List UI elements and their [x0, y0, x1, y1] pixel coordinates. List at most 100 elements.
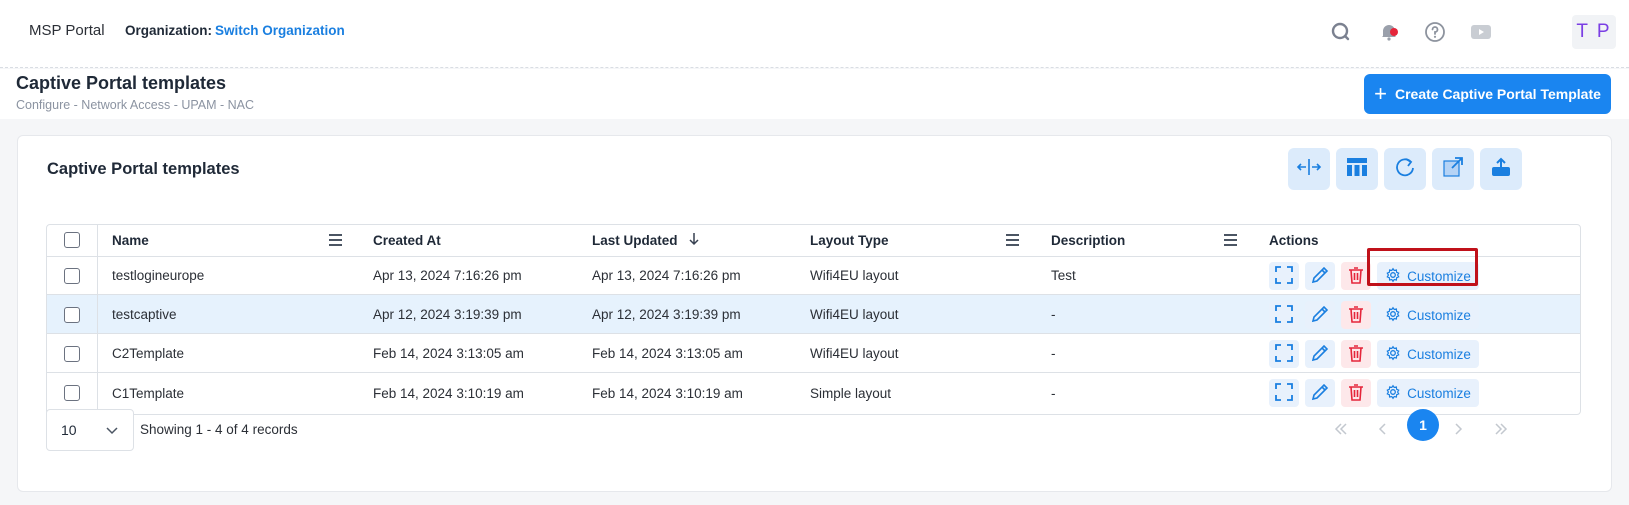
row-checkbox[interactable]	[64, 268, 80, 284]
page-size-select[interactable]: 10	[46, 409, 134, 451]
row-checkbox[interactable]	[64, 346, 80, 362]
create-template-label: Create Captive Portal Template	[1394, 86, 1601, 102]
customize-label: Customize	[1407, 268, 1471, 284]
chevron-down-icon	[105, 423, 119, 440]
edit-button[interactable]	[1305, 379, 1335, 407]
cell-layout-type: Wifi4EU layout	[810, 306, 899, 322]
help-icon[interactable]	[1423, 20, 1447, 44]
gear-icon	[1385, 306, 1401, 325]
customize-label: Customize	[1407, 385, 1471, 401]
video-icon[interactable]	[1469, 20, 1493, 44]
column-header-last-updated[interactable]: Last Updated	[592, 225, 700, 256]
expand-icon	[1275, 382, 1293, 404]
column-resize-button[interactable]	[1288, 148, 1330, 190]
table-row[interactable]: testlogineurope Apr 13, 2024 7:16:26 pm …	[47, 256, 1580, 295]
records-count: Showing 1 - 4 of 4 records	[140, 422, 298, 437]
first-page-button[interactable]	[1326, 416, 1356, 446]
last-page-button[interactable]	[1486, 416, 1516, 446]
column-menu-icon[interactable]	[329, 234, 342, 246]
search-icon[interactable]	[1329, 20, 1353, 44]
expand-icon	[1275, 304, 1293, 326]
page-header: Captive Portal templates Configure - Net…	[0, 69, 1629, 119]
expand-button[interactable]	[1269, 262, 1299, 290]
edit-button[interactable]	[1305, 301, 1335, 329]
column-resize-icon	[1296, 157, 1322, 182]
previous-page-button[interactable]	[1368, 416, 1398, 446]
brand-name[interactable]: MSP Portal	[29, 22, 105, 39]
customize-button[interactable]: Customize	[1377, 379, 1479, 407]
cell-created-at: Feb 14, 2024 3:13:05 am	[373, 345, 524, 361]
table-row[interactable]: C1Template Feb 14, 2024 3:10:19 am Feb 1…	[47, 373, 1580, 413]
cell-name: testlogineurope	[112, 267, 205, 283]
delete-button[interactable]	[1341, 379, 1371, 407]
pencil-icon	[1311, 266, 1329, 287]
chevron-left-icon	[1375, 421, 1391, 442]
trash-icon	[1347, 266, 1365, 287]
column-header-actions: Actions	[1269, 233, 1319, 248]
top-bar: MSP Portal Organization: Switch Organiza…	[0, 0, 1629, 68]
switch-organization-link[interactable]: Switch Organization	[215, 23, 345, 38]
trash-icon	[1347, 344, 1365, 365]
delete-button[interactable]	[1341, 340, 1371, 368]
refresh-icon	[1394, 156, 1416, 183]
column-divider	[97, 334, 98, 372]
export-button[interactable]	[1480, 148, 1522, 190]
cell-name: C1Template	[112, 385, 185, 401]
column-layout-button[interactable]	[1336, 148, 1378, 190]
cell-last-updated: Feb 14, 2024 3:13:05 am	[592, 345, 743, 361]
cell-last-updated: Feb 14, 2024 3:10:19 am	[592, 385, 743, 401]
column-divider	[97, 373, 98, 413]
row-checkbox[interactable]	[64, 307, 80, 323]
notification-bell-icon[interactable]	[1377, 20, 1401, 44]
customize-button[interactable]: Customize	[1377, 340, 1479, 368]
cell-created-at: Apr 13, 2024 7:16:26 pm	[373, 267, 522, 283]
cell-description: Test	[1051, 267, 1076, 283]
delete-button[interactable]	[1341, 262, 1371, 290]
page-title: Captive Portal templates	[16, 73, 227, 93]
customize-button[interactable]: Customize	[1377, 301, 1479, 329]
customize-label: Customize	[1407, 307, 1471, 323]
cell-description: -	[1051, 306, 1056, 322]
edit-button[interactable]	[1305, 262, 1335, 290]
organization-label: Organization:	[125, 23, 212, 38]
plus-icon: +	[1374, 81, 1387, 106]
column-header-name[interactable]: Name	[112, 225, 149, 256]
gear-icon	[1385, 345, 1401, 364]
column-menu-icon[interactable]	[1224, 234, 1237, 246]
page-1-button[interactable]: 1	[1407, 409, 1439, 441]
expand-button[interactable]	[1269, 301, 1299, 329]
create-template-button[interactable]: + Create Captive Portal Template	[1364, 74, 1611, 114]
refresh-button[interactable]	[1384, 148, 1426, 190]
cell-layout-type: Wifi4EU layout	[810, 345, 899, 361]
select-all-checkbox[interactable]	[64, 232, 80, 248]
templates-card: Captive Portal templates Name Created At…	[17, 135, 1612, 492]
table-row[interactable]: testcaptive Apr 12, 2024 3:19:39 pm Apr …	[47, 295, 1580, 334]
user-avatar[interactable]: T P	[1572, 15, 1616, 49]
cell-created-at: Apr 12, 2024 3:19:39 pm	[373, 306, 522, 322]
edit-button[interactable]	[1305, 340, 1335, 368]
column-header-created-at[interactable]: Created At	[373, 225, 441, 256]
expand-icon	[1275, 265, 1293, 287]
expand-button[interactable]	[1269, 340, 1299, 368]
column-header-layout-type[interactable]: Layout Type	[810, 225, 889, 256]
chevron-right-icon	[1450, 421, 1466, 442]
row-checkbox[interactable]	[64, 385, 80, 401]
page-size-value: 10	[61, 422, 77, 438]
open-external-icon	[1442, 156, 1464, 183]
trash-icon	[1347, 305, 1365, 326]
column-header-description[interactable]: Description	[1051, 225, 1125, 256]
column-menu-icon[interactable]	[1006, 234, 1019, 246]
delete-button[interactable]	[1341, 301, 1371, 329]
column-layout-icon	[1346, 157, 1368, 182]
customize-button[interactable]: Customize	[1377, 262, 1479, 290]
cell-last-updated: Apr 13, 2024 7:16:26 pm	[592, 267, 741, 283]
customize-label: Customize	[1407, 346, 1471, 362]
gear-icon	[1385, 384, 1401, 403]
trash-icon	[1347, 383, 1365, 404]
breadcrumb: Configure - Network Access - UPAM - NAC	[16, 98, 255, 112]
next-page-button[interactable]	[1443, 416, 1473, 446]
templates-table: Name Created At Last Updated Layout Type…	[46, 224, 1581, 415]
expand-button[interactable]	[1269, 379, 1299, 407]
open-external-button[interactable]	[1432, 148, 1474, 190]
table-row[interactable]: C2Template Feb 14, 2024 3:13:05 am Feb 1…	[47, 334, 1580, 373]
